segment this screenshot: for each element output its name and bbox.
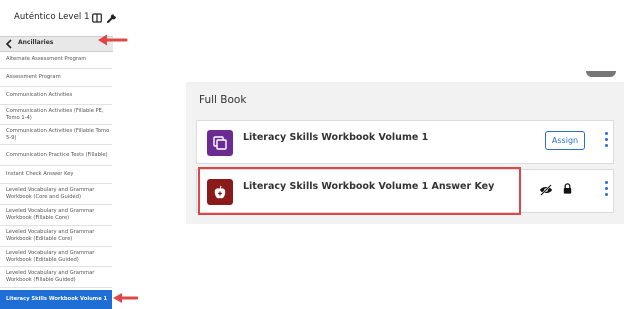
sidebar-item-active[interactable]: Literacy Skills Workbook Volume 1 — [0, 290, 112, 309]
sidebar-item[interactable]: Leveled Vocabulary and Grammar Workbook … — [0, 226, 112, 247]
sidebar-item[interactable]: Leveled Vocabulary and Grammar Workbook … — [0, 267, 112, 288]
resource-card[interactable]: Literacy Skills Workbook Volume 1 Assign — [196, 120, 614, 164]
sidebar-item-label: Leveled Vocabulary and Grammar Workbook … — [6, 187, 95, 200]
section-title: Full Book — [199, 94, 247, 106]
sidebar-item[interactable]: Leveled Vocabulary and Grammar Workbook … — [0, 247, 112, 267]
annotation-arrow-ancillaries — [98, 34, 128, 46]
assign-button[interactable]: Assign — [545, 131, 585, 150]
sidebar-item[interactable]: Communication Activities — [0, 87, 112, 105]
sidebar-item[interactable]: Communication Activities (Fillable PE, T… — [0, 105, 112, 125]
sidebar-item-label: Instant Check Answer Key — [6, 171, 74, 177]
sidebar-item[interactable]: Assessment Program — [0, 69, 112, 87]
more-options-icon[interactable] — [603, 132, 609, 152]
resource-title[interactable]: Literacy Skills Workbook Volume 1 — [243, 132, 428, 143]
sidebar-item[interactable]: Leveled Vocabulary and Grammar Workbook … — [0, 205, 112, 226]
sidebar-item[interactable]: Communication Activities (Fillable Tomo … — [0, 125, 112, 145]
sidebar-item-label: Alternate Assessment Program — [6, 56, 87, 62]
sidebar-item-label: Assessment Program — [6, 74, 61, 80]
more-options-icon[interactable] — [603, 181, 609, 201]
sidebar-item-label: Leveled Vocabulary and Grammar Workbook … — [6, 208, 95, 221]
visibility-off-icon[interactable] — [539, 184, 553, 196]
sidebar-item[interactable]: Alternate Assessment Program — [0, 51, 112, 69]
sidebar-item[interactable]: Communication Practice Tests (Fillable) — [0, 145, 112, 166]
annotation-highlight — [198, 167, 521, 215]
lock-icon[interactable] — [563, 183, 572, 194]
sidebar-item-label: Communication Activities (Fillable PE, T… — [6, 107, 104, 121]
sidebar-item-label: Leveled Vocabulary and Grammar Workbook … — [6, 229, 95, 242]
sidebar-item-label: Literacy Skills Workbook Volume 1 — [6, 296, 108, 302]
annotation-arrow-active-item — [113, 293, 138, 303]
sidebar-item-label: Leveled Vocabulary and Grammar Workbook … — [6, 249, 95, 263]
sidebar-item-label: Communication Activities (Fillable Tomo … — [6, 127, 110, 141]
sidebar-item-label: Communication Practice Tests (Fillable) — [6, 151, 108, 158]
sidebar-item-label: Communication Activities — [6, 92, 73, 98]
sidebar-item[interactable]: Leveled Vocabulary and Grammar Workbook … — [0, 184, 112, 205]
stack-icon — [207, 130, 233, 156]
sidebar-item-label: Leveled Vocabulary and Grammar Workbook … — [6, 270, 95, 283]
scroll-handle[interactable] — [586, 71, 616, 77]
sidebar-item[interactable]: Instant Check Answer Key — [0, 166, 112, 184]
